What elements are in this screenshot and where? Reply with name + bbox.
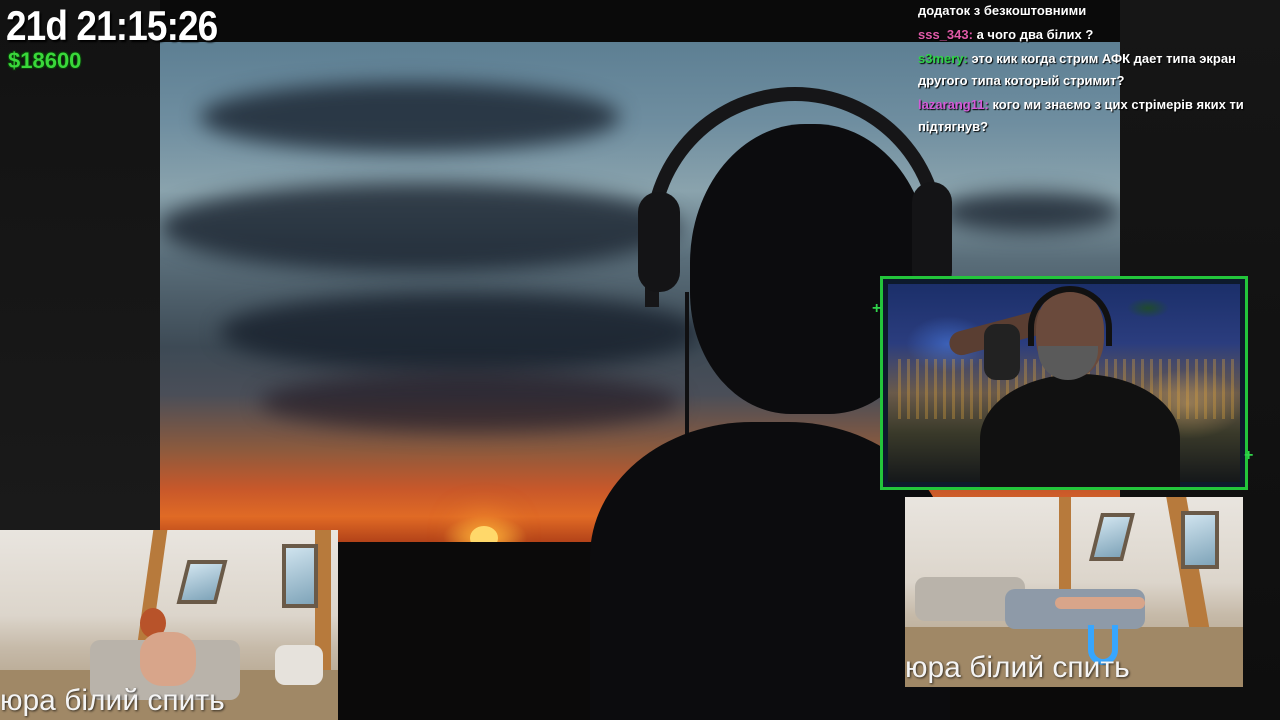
- chat-message: додаток з безкоштовними: [918, 0, 1273, 22]
- cloud: [260, 372, 680, 432]
- room-cam-right: юра білий спить: [905, 497, 1243, 687]
- cloud: [940, 192, 1120, 232]
- money-counter: $18600: [8, 48, 82, 73]
- cloud: [220, 292, 700, 372]
- chat-message: s3mery: это кик когда стрим АФК дает тип…: [918, 51, 1236, 88]
- stream-timer: 21d 21:15:26: [6, 2, 218, 49]
- chat-username: s3mery: [918, 51, 964, 66]
- person-torso: [140, 632, 196, 686]
- plus-icon: +: [1244, 447, 1254, 464]
- room-cam-left: юра білий спить: [0, 530, 338, 720]
- bed-with-blanket: [1005, 589, 1145, 629]
- webcam-background: [888, 284, 1240, 487]
- cloud: [160, 182, 680, 272]
- chat-text: а чого два білих ?: [976, 27, 1094, 42]
- chat-username: lazarang11: [918, 97, 985, 112]
- left-background: [0, 0, 160, 530]
- skylight: [282, 544, 318, 608]
- skylight: [1089, 513, 1135, 561]
- cloud: [200, 82, 620, 152]
- streamer-webcam: [880, 276, 1248, 490]
- streamer-headset: [1028, 286, 1112, 346]
- chat-username: sss_343: [918, 27, 969, 42]
- chat-message: sss_343: а чого два білих ?: [918, 27, 1094, 42]
- chat-overlay: додаток з безкоштовними sss_343: а чого …: [918, 0, 1273, 140]
- headphone-cup-left: [638, 192, 680, 292]
- sleeping-person: [1055, 597, 1145, 609]
- cam-caption: юра білий спить: [0, 684, 225, 717]
- skylight: [1181, 511, 1219, 569]
- cam-caption: юра білий спить: [905, 651, 1130, 684]
- chat-text: додаток з безкоштовними: [918, 3, 1087, 18]
- chat-message: lazarang11: кого ми знаємо з цих стрімер…: [918, 97, 1244, 134]
- skylight: [176, 560, 228, 604]
- plus-icon: +: [872, 300, 882, 317]
- pillow: [275, 645, 323, 685]
- microphone: [984, 324, 1020, 380]
